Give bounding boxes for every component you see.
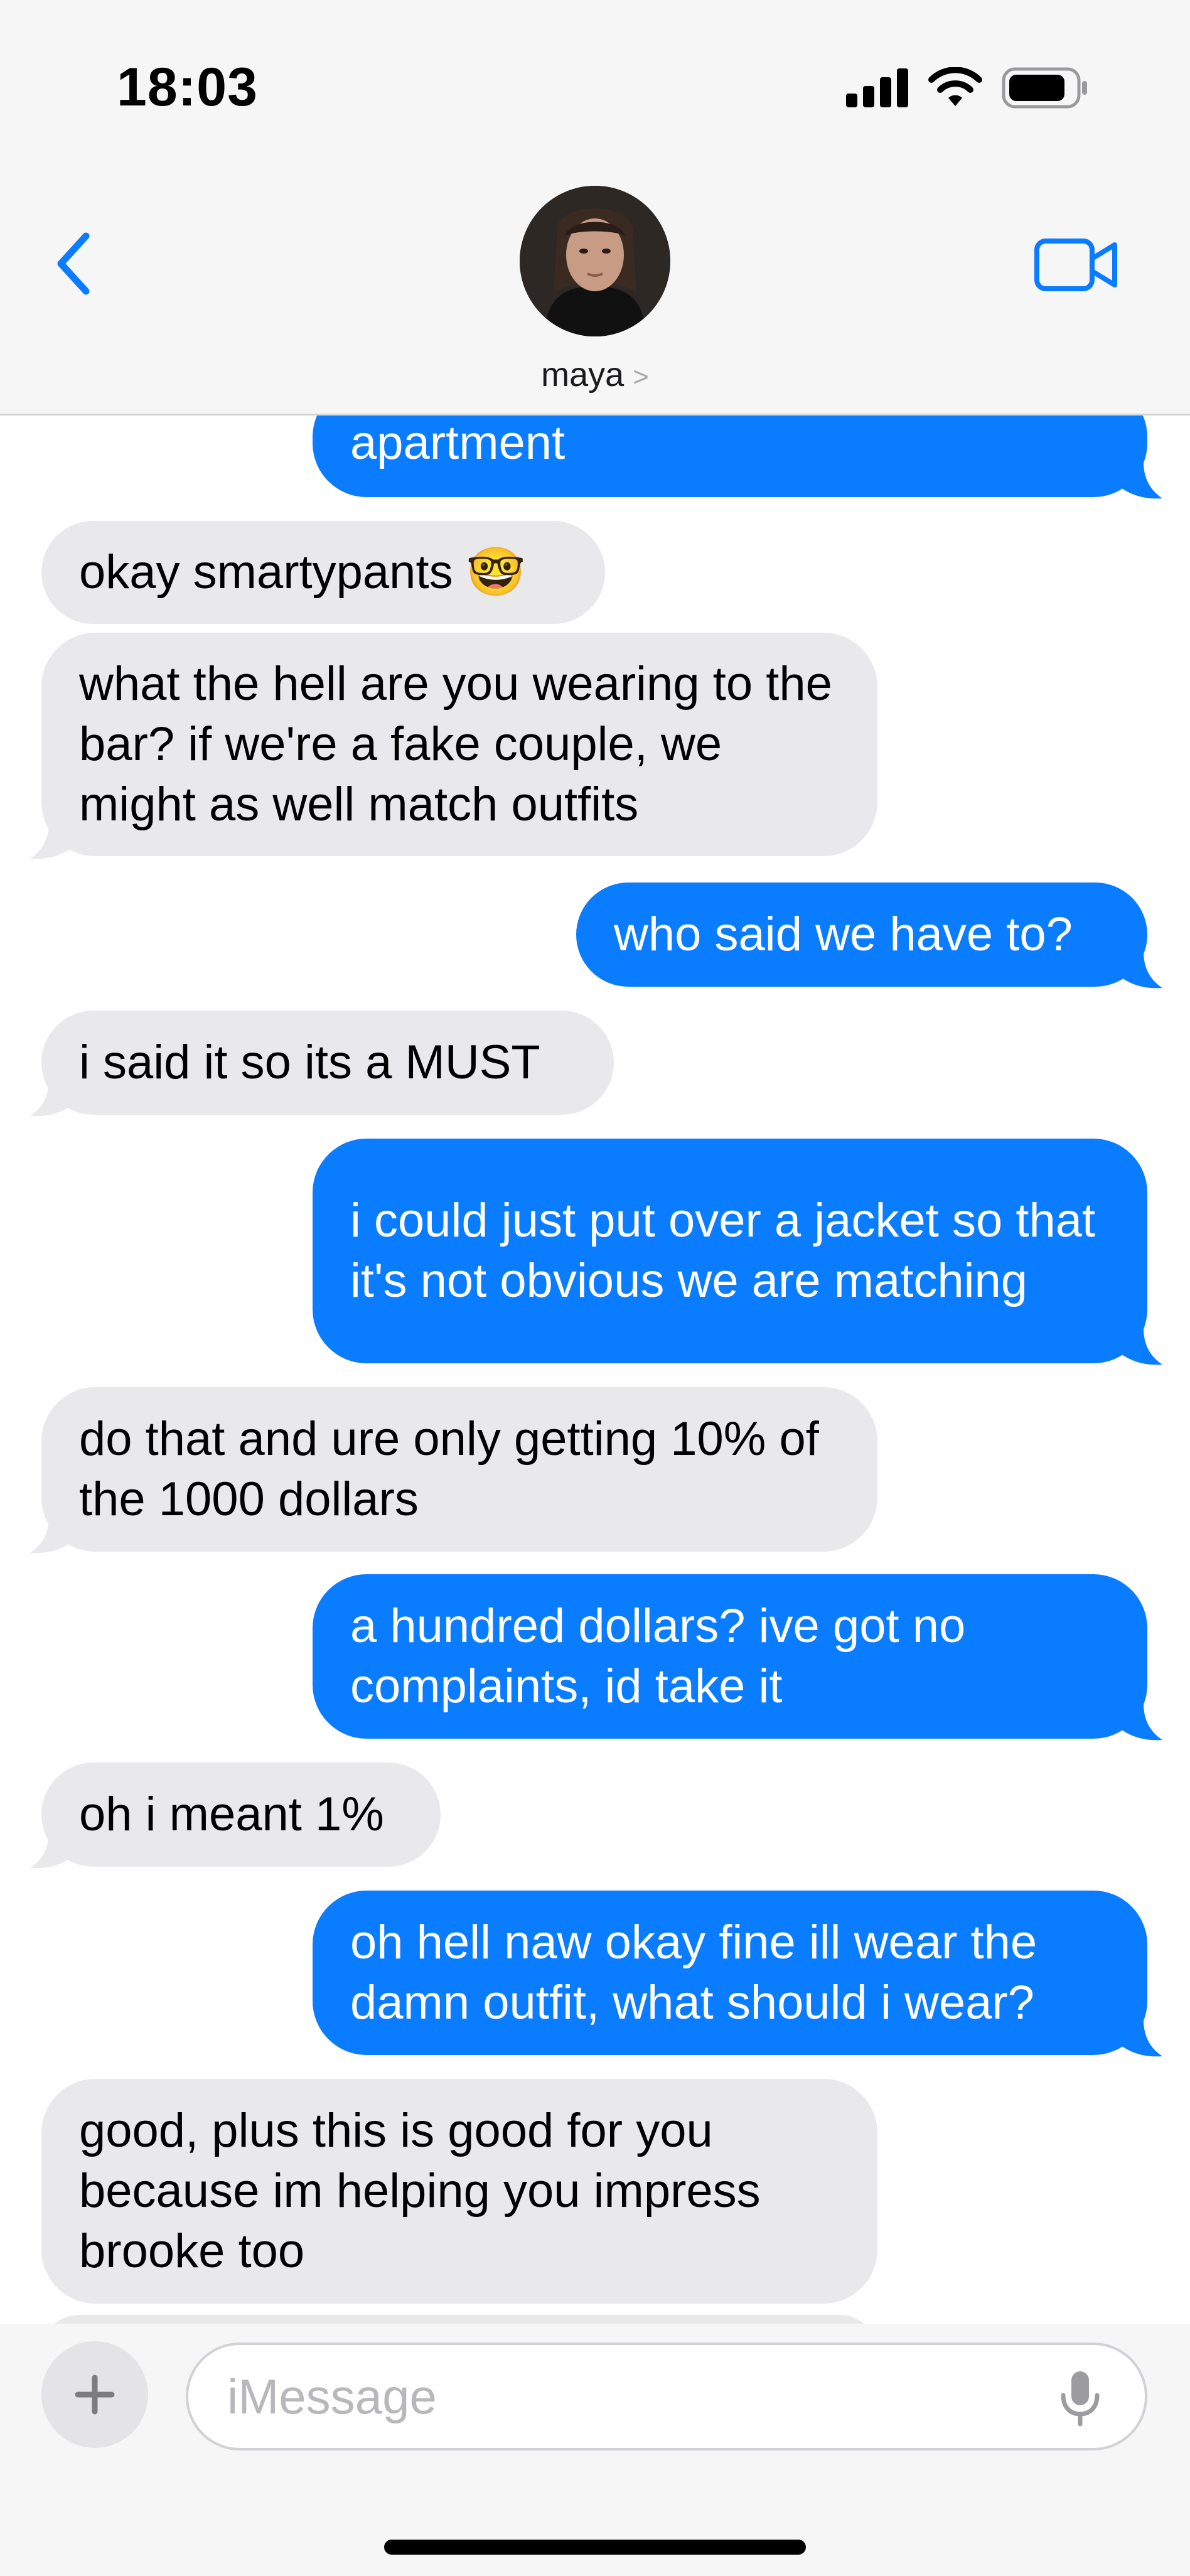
message-bubble-sent[interactable]: oh hell naw okay fine ill wear the damn … [313,1891,1147,2055]
message-text: i could just put over a jacket so that i… [350,1194,1096,1307]
message-bubble-sent[interactable]: a hundred dollars? ive got no complaints… [313,1574,1147,1739]
contact-avatar[interactable] [520,186,670,336]
contact-name: maya [541,356,624,394]
bubble-tail [1118,952,1162,989]
message-text: do that and ure only getting 10% of the … [79,1412,819,1526]
status-time: 18:03 [117,57,258,117]
cellular-signal-icon [846,68,908,107]
video-call-button[interactable] [1033,233,1121,296]
conversation-header: 18:03 maya > [0,0,1190,416]
message-text: okay smartypants 🤓 [79,545,526,599]
message-bubble-received[interactable]: i said it so its a MUST [41,1011,614,1115]
message-bubble-received[interactable]: do that and ure only getting 10% of the … [41,1387,877,1552]
chevron-left-icon [57,232,90,295]
message-text: good, plus this is good for you because … [79,2104,761,2278]
bubble-tail [1118,2020,1162,2057]
back-button[interactable] [45,226,102,301]
contact-name-button[interactable]: maya > [0,355,1190,394]
message-bubble-received[interactable]: okay smartypants 🤓 [41,521,605,624]
chevron-right-icon: > [633,362,649,392]
avatar-photo [520,186,670,336]
bubble-tail [30,822,74,859]
microphone-icon[interactable] [1058,2370,1102,2427]
bubble-tail [1118,462,1162,499]
message-bubble-sent[interactable]: i could just put over a jacket so that i… [313,1139,1147,1363]
battery-icon [1002,67,1087,109]
bubble-tail [30,1080,74,1117]
message-input[interactable] [227,2345,1043,2448]
video-camera-icon [1034,239,1117,291]
message-composer [0,2324,1190,2576]
message-bubble-received[interactable]: oh i meant 1% [41,1763,441,1867]
bubble-tail [1118,1328,1162,1365]
message-text: who said we have to? [614,908,1073,961]
message-text: a hundred dollars? ive got no complaints… [350,1599,966,1713]
wifi-icon [928,67,982,106]
message-text: what the hell are you wearing to the bar… [79,657,832,831]
message-text: oh hell naw okay fine ill wear the damn … [350,1916,1037,2029]
message-text: i said it so its a MUST [79,1036,540,1089]
status-icons [846,63,1090,113]
bubble-tail [30,1516,74,1554]
bubble-tail [30,1832,74,1869]
plus-icon [75,2375,115,2415]
message-text: oh i meant 1% [79,1788,384,1841]
add-attachment-button[interactable] [41,2341,148,2448]
message-text: apartment [350,416,566,470]
bubble-tail [1118,1704,1162,1741]
message-bubble-received[interactable]: good, plus this is good for you because … [41,2079,877,2304]
message-bubble-received[interactable]: what the hell are you wearing to the bar… [41,633,877,856]
home-indicator[interactable] [384,2540,806,2555]
message-bubble-sent[interactable]: who said we have to? [576,883,1147,987]
message-input-container[interactable] [186,2343,1147,2450]
